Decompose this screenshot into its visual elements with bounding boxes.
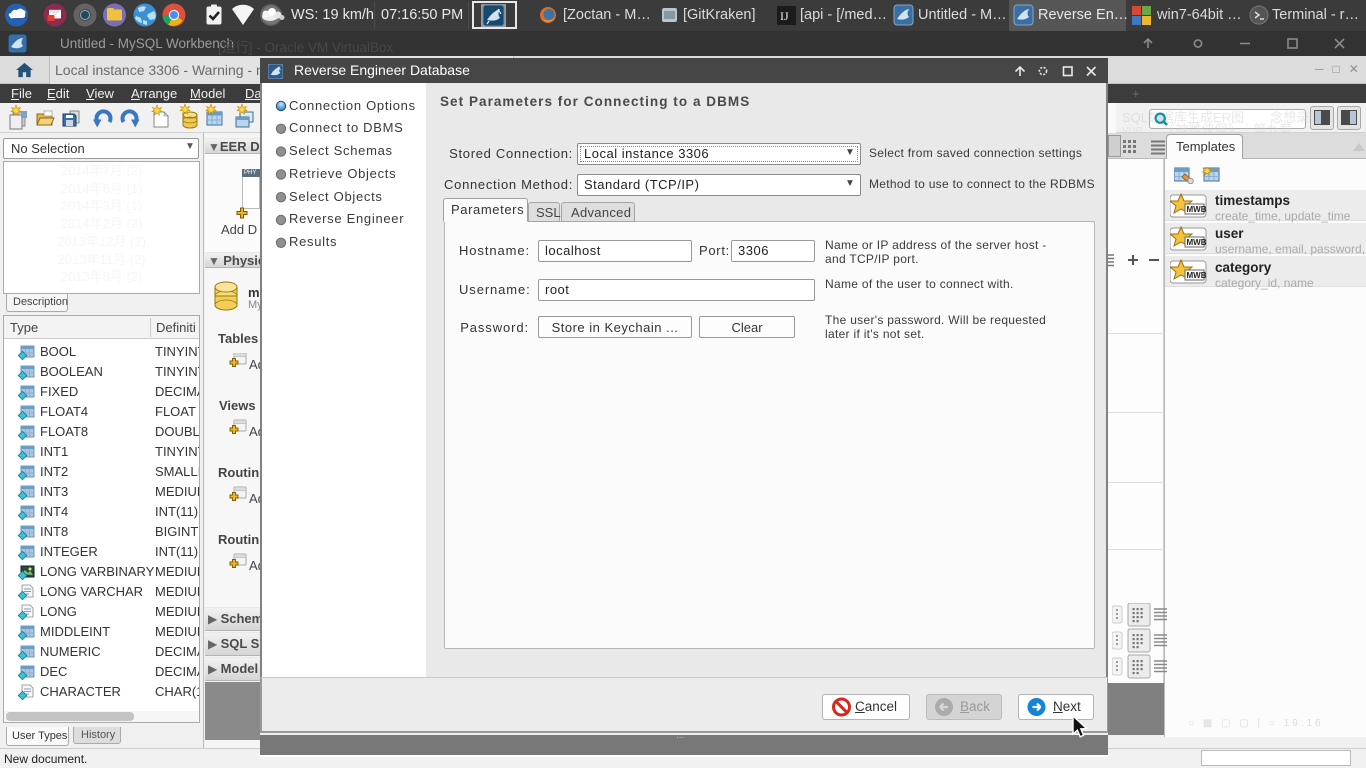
svg-text:IJ: IJ [780, 9, 789, 23]
svg-text:MWB: MWB [1187, 205, 1207, 214]
